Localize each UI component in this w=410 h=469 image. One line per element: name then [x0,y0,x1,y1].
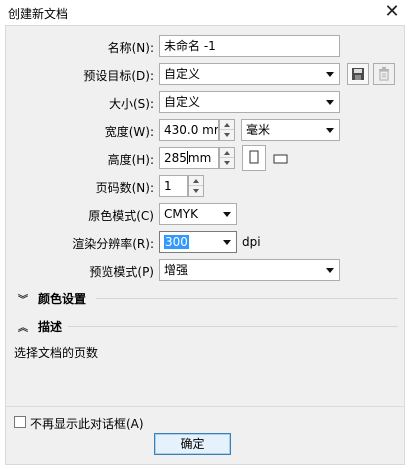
title-bar: 创建新文档 ✕ [0,0,410,25]
unit-select[interactable]: 毫米 [241,119,340,141]
height-value: 285 [164,151,187,165]
name-input[interactable]: 未命名 -1 [159,35,340,57]
description-label: 描述 [38,320,63,334]
double-chevron-up-icon: ︽ [18,323,28,334]
chevron-down-icon [223,240,231,245]
spin-down-icon[interactable] [189,186,203,196]
color-settings-toggle[interactable]: ︾ 颜色设置 [18,290,86,306]
trash-icon [379,67,389,81]
save-disk-icon [352,68,364,80]
spin-up-icon[interactable] [189,176,203,186]
width-label: 宽度(W): [104,125,154,139]
landscape-orientation-button[interactable] [271,148,291,168]
chevron-down-icon [326,72,334,77]
spin-up-icon[interactable] [220,120,234,130]
chevron-down-icon [326,268,334,273]
landscape-page-icon [273,154,288,164]
size-select[interactable]: 自定义 [159,91,340,113]
pages-label: 页码数(N): [95,181,154,195]
preview-mode-value: 增强 [164,263,189,277]
window-title: 创建新文档 [8,7,69,21]
close-icon[interactable]: ✕ [380,1,404,23]
size-value: 自定义 [164,95,201,109]
save-preset-button[interactable] [347,63,369,85]
portrait-orientation-button[interactable] [242,145,266,171]
width-input[interactable]: 430.0 mm [159,119,219,141]
double-chevron-down-icon: ︾ [18,295,28,306]
description-toggle[interactable]: ︽ 描述 [18,318,62,334]
height-input[interactable]: 285mm [159,147,219,169]
chevron-down-icon [326,100,334,105]
spin-up-icon[interactable] [220,148,234,158]
portrait-page-icon [249,150,259,164]
ok-button[interactable]: 确定 [154,433,231,455]
chevron-down-icon [326,128,334,133]
preset-target-label: 预设目标(D): [83,69,154,83]
spin-down-icon[interactable] [220,130,234,140]
height-spinner[interactable] [219,147,235,169]
color-settings-label: 颜色设置 [38,292,87,306]
preview-mode-label: 预览模式(P) [89,265,154,279]
resolution-value: 300 [164,235,189,249]
preview-mode-select[interactable]: 增强 [159,259,340,281]
color-mode-value: CMYK [164,207,198,221]
description-text: 选择文档的页数 [14,346,99,360]
name-label: 名称(N): [107,41,154,55]
dont-show-label[interactable]: 不再显示此对话框(A) [30,415,144,432]
section-divider [68,326,398,327]
unit-value: 毫米 [246,123,271,137]
section-divider [96,298,398,299]
dialog-body: 名称(N): 未命名 -1 预设目标(D): 自定义 大小(S): 自定义 宽度… [5,25,405,465]
height-label: 高度(H): [107,153,154,167]
resolution-unit: dpi [242,235,261,249]
color-mode-select[interactable]: CMYK [159,203,237,225]
footer-divider [6,406,404,407]
resolution-select[interactable]: 300 [159,231,237,253]
pages-spinner[interactable] [188,175,204,197]
width-spinner[interactable] [219,119,235,141]
delete-preset-button[interactable] [373,63,395,85]
size-label: 大小(S): [108,97,154,111]
spin-down-icon[interactable] [220,158,234,168]
height-unit-suffix: mm [187,151,212,165]
pages-input[interactable]: 1 [159,175,188,197]
dont-show-checkbox[interactable] [14,416,26,428]
preset-target-value: 自定义 [164,67,201,81]
chevron-down-icon [223,212,231,217]
color-mode-label: 原色模式(C) [88,209,154,223]
preset-target-select[interactable]: 自定义 [159,63,340,85]
resolution-label: 渲染分辨率(R): [72,237,154,251]
